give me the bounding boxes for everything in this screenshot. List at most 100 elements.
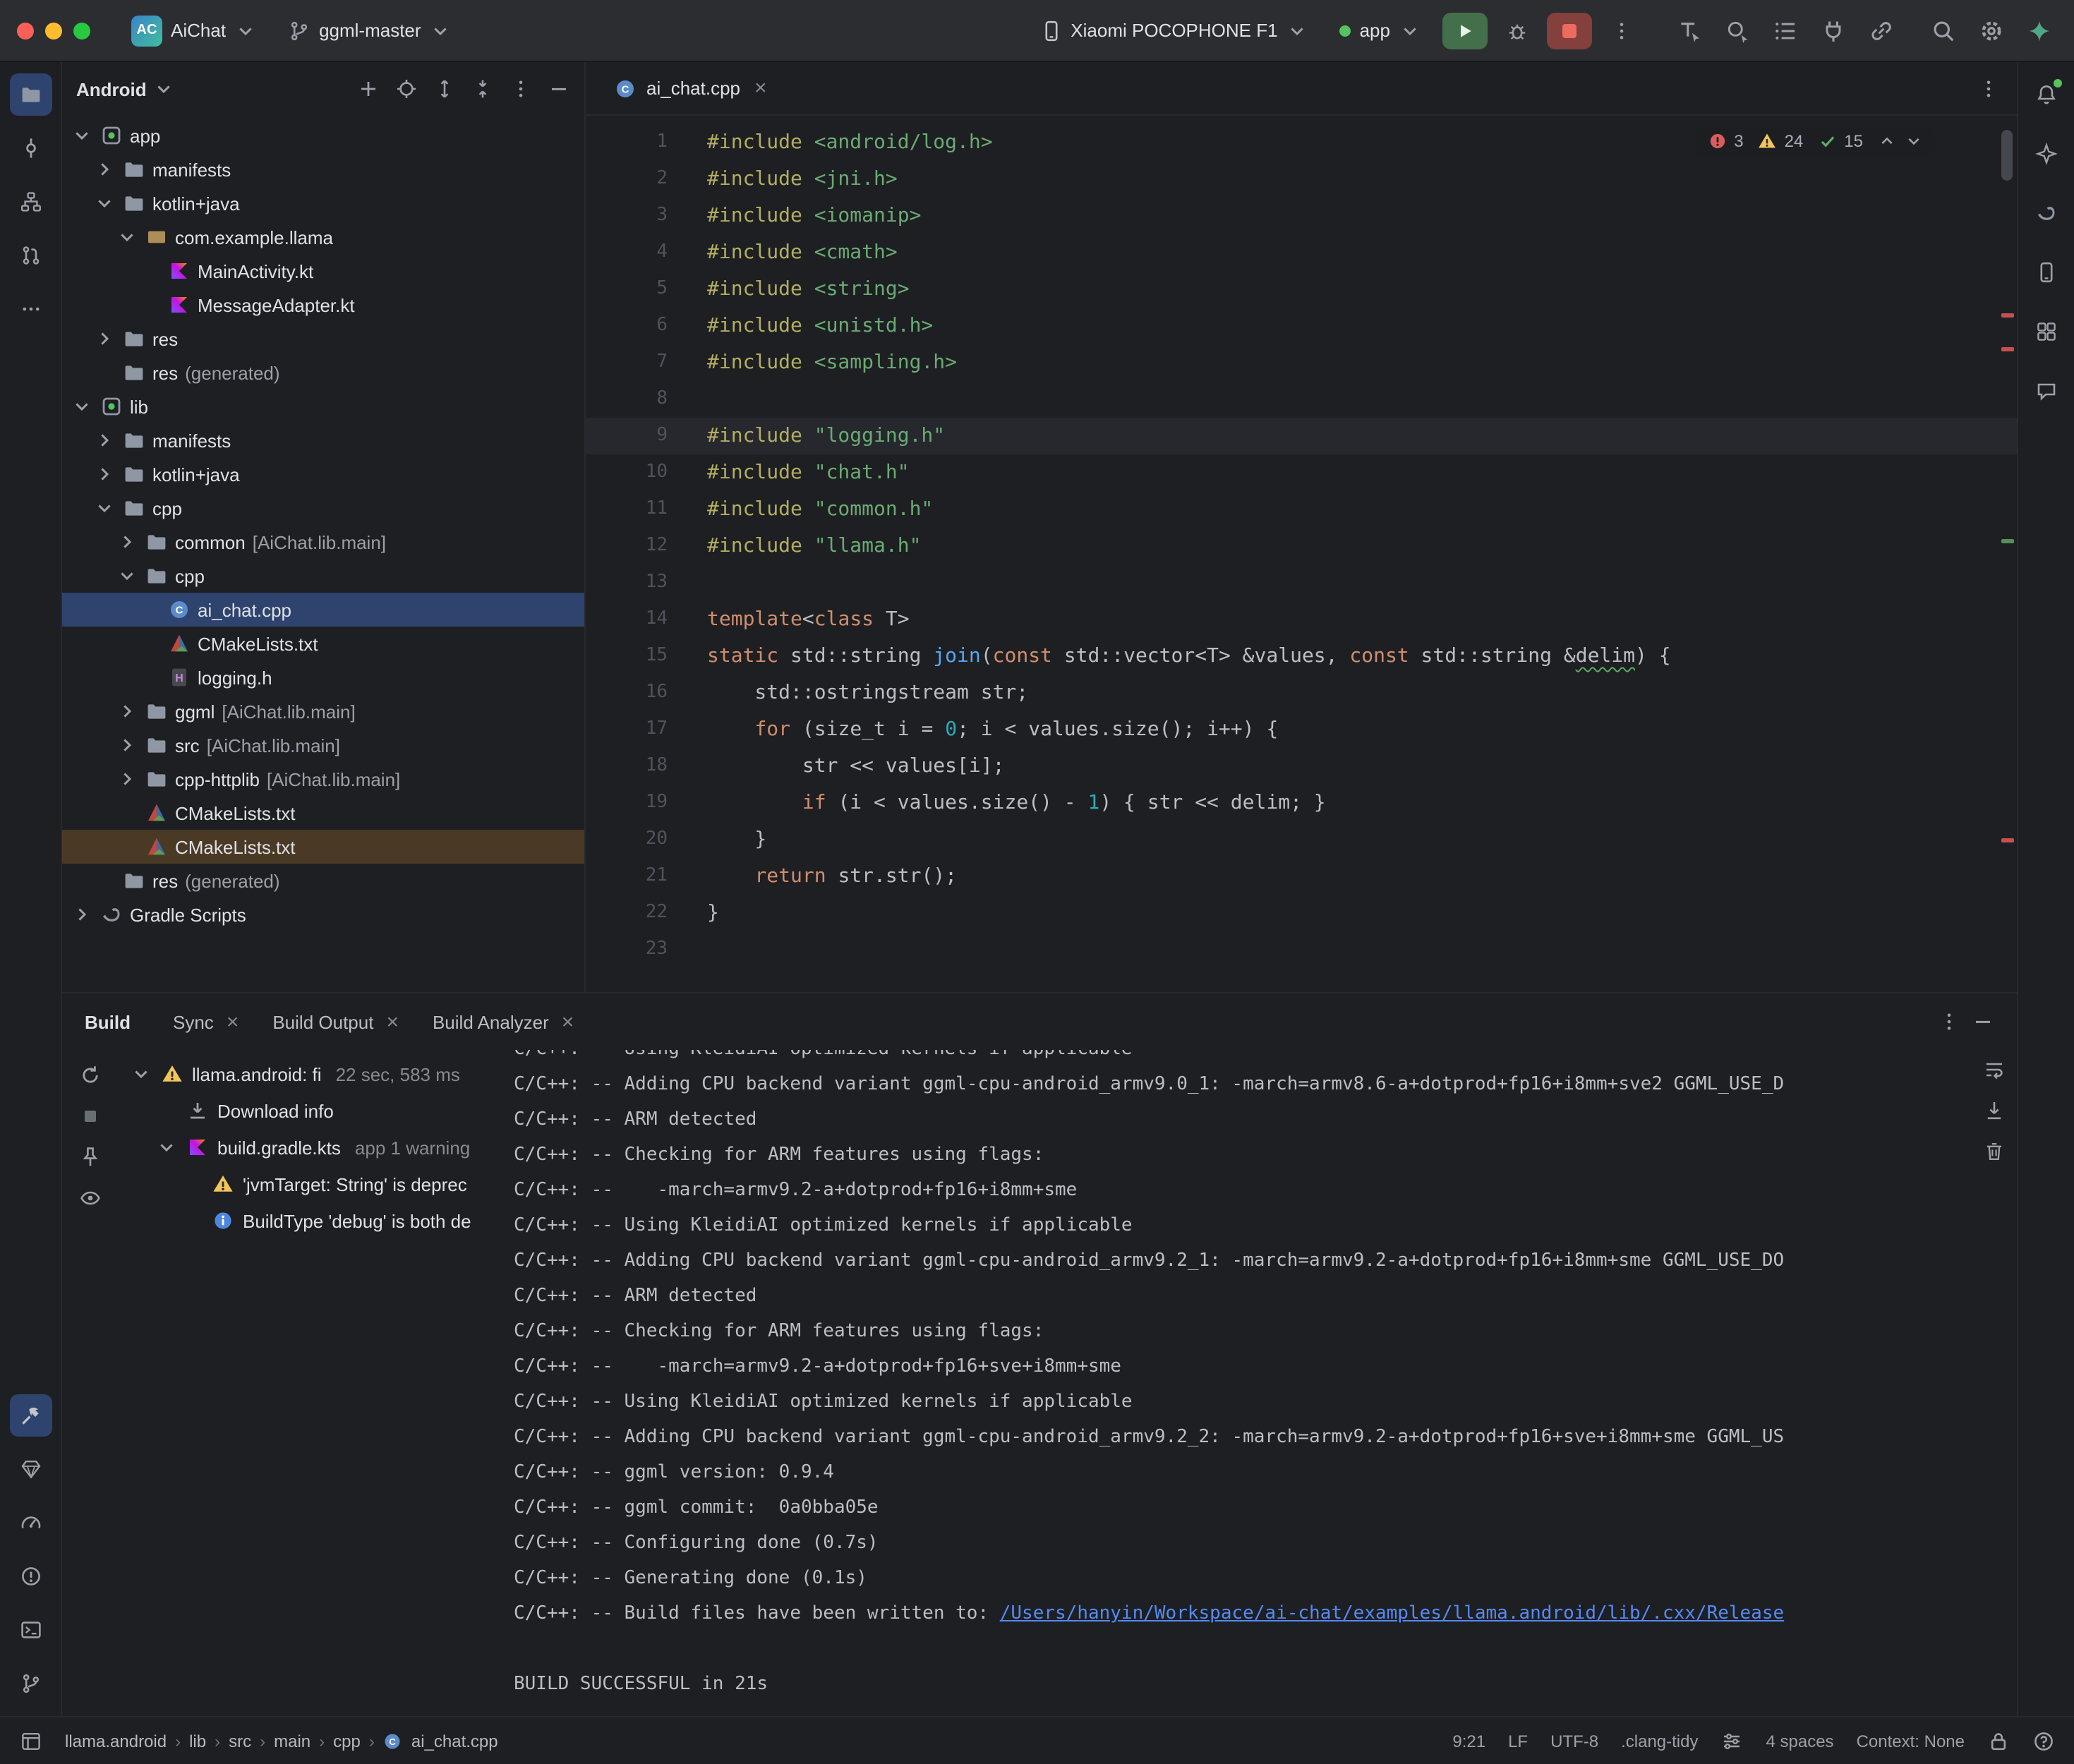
project-tree-item-kotlin-java[interactable]: kotlin+java: [62, 457, 584, 491]
gutter-line-21[interactable]: 21: [586, 858, 668, 895]
next-problem-button[interactable]: [1904, 131, 1924, 151]
run-button[interactable]: [1442, 12, 1488, 49]
chevron-down-icon[interactable]: [93, 192, 116, 215]
gutter-line-11[interactable]: 11: [586, 491, 668, 528]
gutter-line-16[interactable]: 16: [586, 675, 668, 711]
pull-requests-button[interactable]: [9, 234, 52, 277]
todo-list-icon[interactable]: [1773, 18, 1798, 43]
gemini-icon[interactable]: [2027, 18, 2052, 43]
project-widget[interactable]: AC AiChat: [121, 9, 267, 52]
scroll-to-end-button[interactable]: [1983, 1099, 2006, 1122]
app-insights-button[interactable]: [2025, 370, 2068, 412]
locate-file-button[interactable]: [395, 78, 418, 100]
code-line-17[interactable]: 17 for (size_t i = 0; i < values.size();…: [586, 711, 2017, 748]
project-tree-item-res-generated[interactable]: res (generated): [62, 864, 584, 898]
tab-options-button[interactable]: [1977, 77, 2000, 99]
chevron-right-icon[interactable]: [116, 531, 138, 553]
project-tree-item-logging-h[interactable]: Hlogging.h: [62, 660, 584, 694]
code-line-18[interactable]: 18 str << values[i];: [586, 748, 2017, 785]
layout-inspector-button[interactable]: [2025, 310, 2068, 353]
breadcrumb-ai-chat-cpp[interactable]: ai_chat.cpp: [411, 1731, 498, 1751]
build-options-button[interactable]: [1938, 1010, 1960, 1033]
breadcrumb-src[interactable]: src: [229, 1731, 251, 1751]
run-config-selector[interactable]: app: [1330, 13, 1431, 47]
link-icon[interactable]: [1869, 18, 1894, 43]
commit-tool-window-button[interactable]: [9, 127, 52, 169]
code-line-10[interactable]: 10#include "chat.h": [586, 454, 2017, 491]
version-control-tool-window-button[interactable]: [9, 1662, 52, 1705]
error-stripe-mark[interactable]: [2001, 313, 2014, 318]
code-line-5[interactable]: 5#include <string>: [586, 271, 2017, 308]
stop-button[interactable]: [1547, 12, 1592, 49]
device-streaming-icon[interactable]: [1821, 18, 1846, 43]
code-editor[interactable]: 1#include <android/log.h>2#include <jni.…: [586, 116, 2017, 992]
build-tree-item-jvmtarget-string-is-deprec[interactable]: 'jvmTarget: String' is deprec: [119, 1166, 500, 1202]
code-line-6[interactable]: 6#include <unistd.h>: [586, 308, 2017, 344]
project-tree-item-messageadapter-kt[interactable]: MessageAdapter.kt: [62, 288, 584, 322]
code-line-8[interactable]: 8: [586, 381, 2017, 418]
filter-icon[interactable]: [79, 1187, 102, 1209]
code-line-9[interactable]: 9#include "logging.h": [586, 418, 2017, 454]
chevron-down-icon[interactable]: [116, 564, 138, 587]
code-line-19[interactable]: 19 if (i < values.size() - 1) { str << d…: [586, 785, 2017, 821]
project-tool-window-button[interactable]: [9, 73, 52, 116]
chevron-down-icon[interactable]: [71, 395, 93, 418]
build-tool-window-button[interactable]: [9, 1394, 52, 1437]
project-tree-item-cpp-httplib-aichat-lib-main[interactable]: cpp-httplib [AiChat.lib.main]: [62, 762, 584, 796]
code-line-12[interactable]: 12#include "llama.h": [586, 528, 2017, 564]
close-icon[interactable]: ×: [386, 1011, 399, 1032]
stop-build-button[interactable]: [79, 1105, 102, 1128]
chevron-down-icon[interactable]: [155, 1136, 178, 1159]
build-tab-sync[interactable]: Sync×: [159, 1004, 253, 1039]
ui-check-icon[interactable]: [1725, 18, 1750, 43]
build-tab-build-analyzer[interactable]: Build Analyzer×: [418, 1004, 588, 1039]
breadcrumb-llama-android[interactable]: llama.android: [65, 1731, 167, 1751]
chevron-down-icon[interactable]: [71, 124, 93, 147]
close-window-button[interactable]: [17, 22, 34, 39]
gutter-line-9[interactable]: 9: [586, 418, 668, 454]
error-stripe-mark[interactable]: [2001, 347, 2014, 351]
problems-widget[interactable]: 3 24 15: [1696, 127, 1935, 155]
branch-widget[interactable]: ggml-master: [278, 13, 462, 47]
editor-scrollbar[interactable]: [1997, 116, 2017, 992]
add-button[interactable]: [357, 78, 380, 100]
gutter-line-5[interactable]: 5: [586, 271, 668, 308]
breadcrumb-main[interactable]: main: [274, 1731, 311, 1751]
project-tree-item-manifests[interactable]: manifests: [62, 423, 584, 457]
chevron-down-icon[interactable]: [93, 497, 116, 519]
settings-icon[interactable]: [1979, 18, 2004, 43]
build-console[interactable]: C/C++: -- Using KleidiAI optimized kerne…: [500, 1050, 2017, 1716]
more-actions-button[interactable]: [1603, 12, 1640, 49]
gutter-line-10[interactable]: 10: [586, 454, 668, 491]
chevron-right-icon[interactable]: [93, 158, 116, 181]
expand-all-button[interactable]: [433, 78, 456, 100]
device-selector[interactable]: Xiaomi POCOPHONE F1: [1030, 13, 1318, 47]
project-tree-item-cmakelists-txt[interactable]: CMakeLists.txt: [62, 796, 584, 830]
project-tree-item-manifests[interactable]: manifests: [62, 152, 584, 186]
project-tree-item-gradle-scripts[interactable]: Gradle Scripts: [62, 898, 584, 931]
gutter-line-14[interactable]: 14: [586, 601, 668, 638]
code-line-4[interactable]: 4#include <cmath>: [586, 234, 2017, 271]
debug-button[interactable]: [1499, 12, 1536, 49]
build-tree-item-download-info[interactable]: Download info: [119, 1092, 500, 1129]
chevron-right-icon[interactable]: [93, 463, 116, 485]
chevron-right-icon[interactable]: [116, 768, 138, 790]
close-icon[interactable]: ×: [562, 1011, 574, 1032]
panel-options-button[interactable]: [510, 78, 532, 100]
gutter-line-19[interactable]: 19: [586, 785, 668, 821]
hide-panel-button[interactable]: [548, 78, 570, 100]
previous-problem-button[interactable]: [1877, 131, 1897, 151]
indent-size[interactable]: 4 spaces: [1766, 1731, 1834, 1751]
scrollbar-thumb[interactable]: [2001, 130, 2013, 181]
more-tool-windows-button[interactable]: [9, 288, 52, 330]
project-tree-item-common-aichat-lib-main[interactable]: common [AiChat.lib.main]: [62, 525, 584, 559]
code-line-22[interactable]: 22}: [586, 895, 2017, 931]
gutter-line-12[interactable]: 12: [586, 528, 668, 564]
search-icon[interactable]: [1931, 18, 1956, 43]
caret-position[interactable]: 9:21: [1452, 1731, 1485, 1751]
code-line-7[interactable]: 7#include <sampling.h>: [586, 344, 2017, 381]
chevron-right-icon[interactable]: [71, 903, 93, 926]
code-line-15[interactable]: 15static std::string join(const std::vec…: [586, 638, 2017, 675]
code-line-11[interactable]: 11#include "common.h": [586, 491, 2017, 528]
project-tree-item-ggml-aichat-lib-main[interactable]: ggml [AiChat.lib.main]: [62, 694, 584, 728]
